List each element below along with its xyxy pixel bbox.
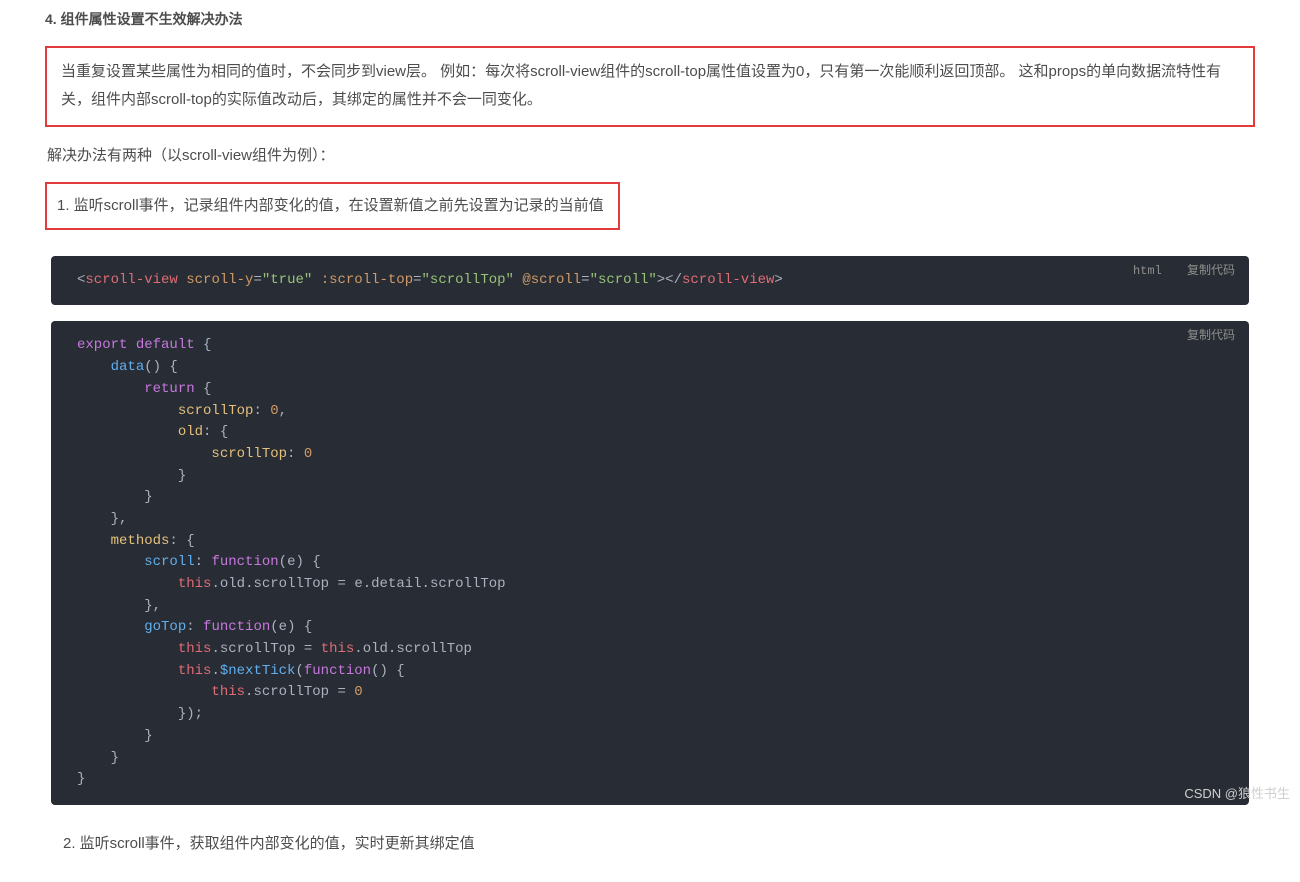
code-block-js: 复制代码 export default { data() { return { … bbox=[51, 321, 1249, 804]
section-heading: 4. 组件属性设置不生效解决办法 bbox=[45, 8, 1255, 32]
code-actions: 复制代码 bbox=[1169, 327, 1235, 346]
step-2: 2. 监听scroll事件，获取组件内部变化的值，实时更新其绑定值 bbox=[63, 831, 1255, 857]
step-1-box: 1. 监听scroll事件，记录组件内部变化的值，在设置新值之前先设置为记录的当… bbox=[45, 182, 620, 230]
copy-code-button[interactable]: 复制代码 bbox=[1187, 329, 1235, 343]
code-content: <scroll-view scroll-y="true" :scroll-top… bbox=[77, 270, 1231, 292]
highlighted-paragraph: 当重复设置某些属性为相同的值时，不会同步到view层。 例如：每次将scroll… bbox=[45, 46, 1255, 127]
code-lang-label: html bbox=[1133, 264, 1162, 278]
copy-code-button[interactable]: 复制代码 bbox=[1187, 264, 1235, 278]
intro-line: 解决办法有两种（以scroll-view组件为例）： bbox=[47, 143, 1255, 169]
watermark: CSDN @狼性书生 bbox=[1184, 783, 1290, 805]
code-block-html: html 复制代码 <scroll-view scroll-y="true" :… bbox=[51, 256, 1249, 306]
code-content: export default { data() { return { scrol… bbox=[77, 335, 1231, 790]
code-actions: html 复制代码 bbox=[1115, 262, 1235, 281]
